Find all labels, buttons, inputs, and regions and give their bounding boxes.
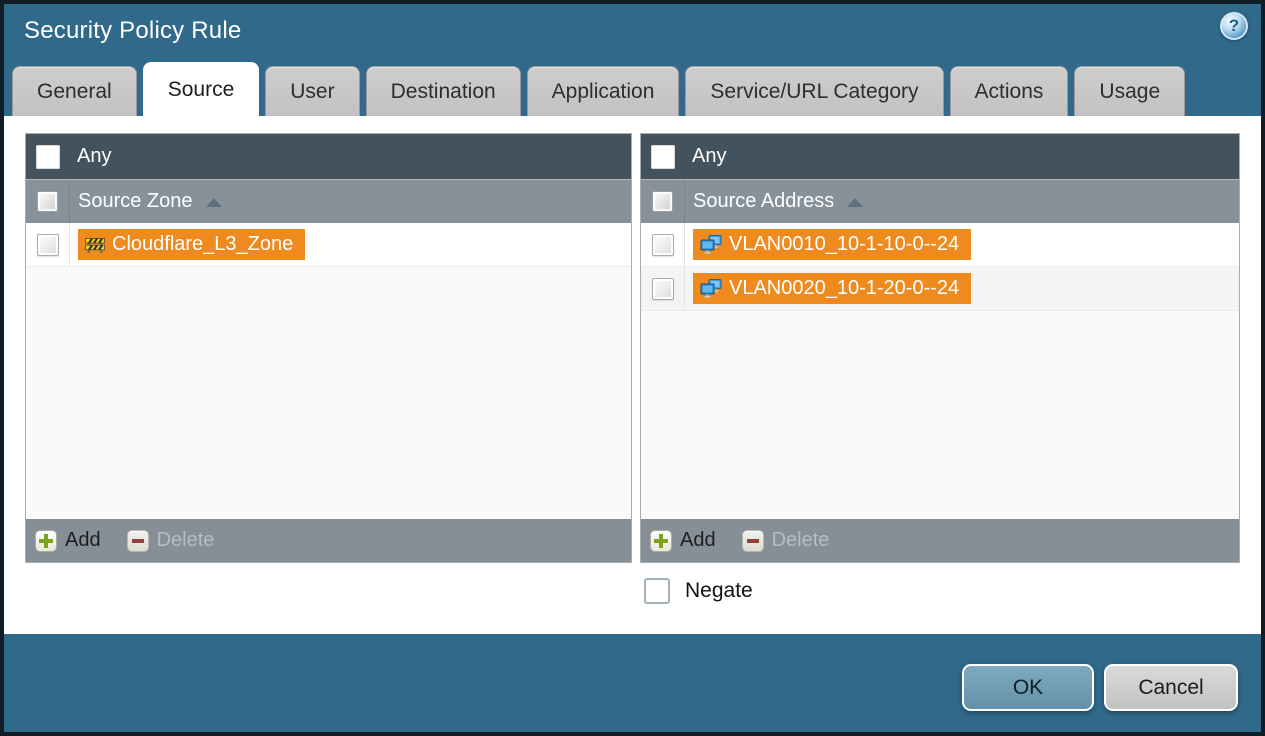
- delete-label: Delete: [771, 529, 830, 551]
- delete-minus-icon: [126, 529, 149, 552]
- source-address-row[interactable]: VLAN0020_10-1-20-0--24: [641, 267, 1239, 311]
- dialog-surface: Security Policy Rule ? General Source Us…: [4, 4, 1261, 732]
- security-policy-rule-dialog: Security Policy Rule ? General Source Us…: [0, 0, 1265, 736]
- source-address-any-checkbox[interactable]: [651, 144, 675, 169]
- zone-tag-label: Cloudflare_L3_Zone: [112, 233, 294, 255]
- sort-asc-icon: [847, 198, 864, 207]
- cancel-button[interactable]: Cancel: [1104, 664, 1238, 711]
- source-zone-any-checkbox[interactable]: [36, 144, 60, 169]
- source-zone-panel: Any Source Zone Cloudflare_L3_Zone Add D…: [25, 133, 632, 563]
- source-zone-any-bar: Any: [26, 134, 631, 179]
- source-address-row-checkbox[interactable]: [651, 277, 674, 300]
- source-zone-select-all-checkbox[interactable]: [37, 191, 58, 212]
- dialog-title: Security Policy Rule: [24, 17, 242, 44]
- source-address-row-checkbox[interactable]: [651, 233, 674, 256]
- tab-general[interactable]: General: [12, 66, 137, 116]
- tab-user[interactable]: User: [265, 66, 360, 116]
- source-zone-toolbar: Add Delete: [26, 519, 631, 562]
- address-tag-label: VLAN0010_10-1-10-0--24: [729, 233, 960, 255]
- tab-source[interactable]: Source: [142, 62, 260, 116]
- source-address-any-bar: Any: [641, 134, 1239, 179]
- negate-label: Negate: [685, 579, 753, 602]
- tab-actions[interactable]: Actions: [949, 66, 1069, 116]
- add-label: Add: [680, 529, 716, 551]
- source-address-list: VLAN0010_10-1-10-0--24 VLAN0020_10-1-20-…: [641, 223, 1239, 519]
- source-zone-column-label: Source Zone: [78, 190, 193, 212]
- tab-bar: General Source User Destination Applicat…: [12, 62, 1253, 116]
- tab-usage[interactable]: Usage: [1074, 66, 1186, 116]
- source-zone-delete-button[interactable]: Delete: [126, 529, 215, 552]
- add-plus-icon: [35, 529, 57, 552]
- add-plus-icon: [650, 529, 672, 552]
- source-address-select-all-checkbox[interactable]: [652, 191, 673, 212]
- source-zone-any-label: Any: [77, 145, 112, 167]
- source-address-any-label: Any: [692, 145, 727, 167]
- ok-button[interactable]: OK: [962, 664, 1094, 711]
- delete-minus-icon: [741, 529, 764, 552]
- address-icon: [700, 235, 722, 254]
- source-address-toolbar: Add Delete: [641, 519, 1239, 562]
- source-zone-row[interactable]: Cloudflare_L3_Zone: [26, 223, 631, 267]
- negate-control: Negate: [644, 578, 753, 604]
- source-address-column-header[interactable]: Source Address: [641, 179, 1239, 223]
- add-label: Add: [65, 529, 101, 551]
- delete-label: Delete: [156, 529, 215, 551]
- address-tag[interactable]: VLAN0010_10-1-10-0--24: [693, 229, 972, 260]
- help-glyph: ?: [1228, 16, 1240, 35]
- address-tag-label: VLAN0020_10-1-20-0--24: [729, 277, 960, 299]
- tab-application[interactable]: Application: [526, 66, 680, 116]
- negate-checkbox[interactable]: [644, 578, 670, 604]
- zone-tag[interactable]: Cloudflare_L3_Zone: [78, 229, 306, 260]
- address-icon: [700, 279, 722, 298]
- zone-icon: [85, 237, 105, 253]
- source-address-add-button[interactable]: Add: [650, 529, 716, 552]
- source-zone-add-button[interactable]: Add: [35, 529, 101, 552]
- source-zone-row-checkbox[interactable]: [36, 233, 59, 256]
- sort-asc-icon: [205, 198, 222, 207]
- source-zone-column-header[interactable]: Source Zone: [26, 179, 631, 223]
- tab-service-url-category[interactable]: Service/URL Category: [685, 66, 944, 116]
- title-bar: Security Policy Rule ?: [4, 4, 1261, 62]
- source-address-column-label: Source Address: [693, 190, 835, 212]
- address-tag[interactable]: VLAN0020_10-1-20-0--24: [693, 273, 972, 304]
- source-address-delete-button[interactable]: Delete: [741, 529, 830, 552]
- source-address-row[interactable]: VLAN0010_10-1-10-0--24: [641, 223, 1239, 267]
- help-icon[interactable]: ?: [1220, 12, 1248, 40]
- source-zone-list: Cloudflare_L3_Zone: [26, 223, 631, 519]
- tab-destination[interactable]: Destination: [365, 66, 521, 116]
- source-address-panel: Any Source Address VLAN0010_10-1-10-0--2…: [640, 133, 1240, 563]
- tab-content: Any Source Zone Cloudflare_L3_Zone Add D…: [4, 116, 1261, 634]
